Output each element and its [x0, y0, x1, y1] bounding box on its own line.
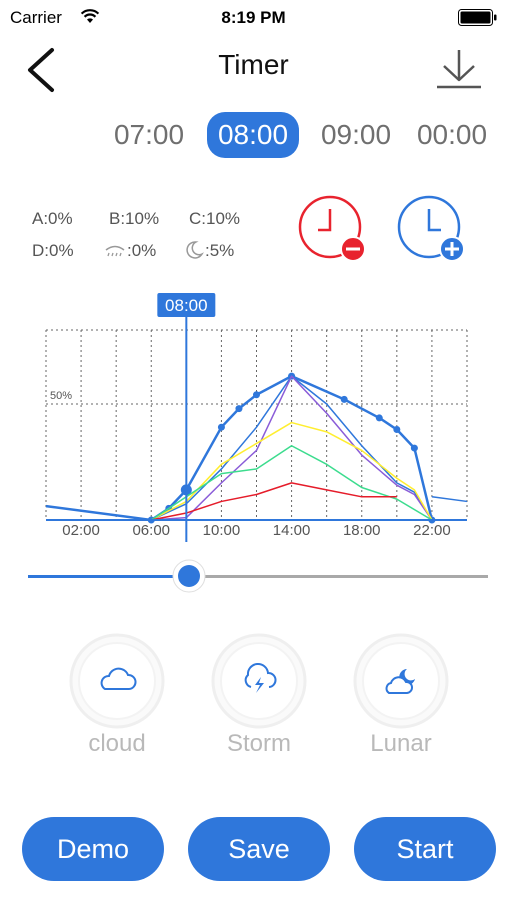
download-icon: [437, 50, 481, 89]
channel-c-level: C:10%: [189, 209, 241, 228]
series-point[interactable]: [253, 391, 260, 399]
cursor-time-label: 08:00: [165, 296, 208, 315]
x-tick-label: 06:00: [132, 522, 170, 539]
series-point[interactable]: [235, 405, 243, 413]
series-point[interactable]: [410, 444, 418, 452]
cloud-effect-icon: [105, 245, 125, 257]
channel-d-level: D:0%: [32, 241, 74, 260]
time-tab-4[interactable]: 00:00: [406, 112, 498, 158]
lunar-label: Lunar: [370, 730, 432, 757]
clock-plus-icon: [397, 195, 465, 262]
save-button[interactable]: Save: [188, 817, 330, 881]
x-tick-label: 22:00: [413, 522, 451, 539]
cloud-label: cloud: [88, 730, 146, 757]
cloud-effect-button[interactable]: [69, 633, 165, 729]
x-tick-label: 18:00: [343, 522, 381, 539]
time-slider[interactable]: [28, 559, 488, 595]
lunar-effect-button[interactable]: [353, 633, 449, 729]
x-tick-label: 14:00: [273, 522, 311, 539]
battery-icon: [458, 9, 497, 26]
slider-thumb[interactable]: [172, 559, 206, 593]
y-tick-50: 50%: [50, 390, 72, 402]
x-tick-label: 10:00: [203, 522, 241, 539]
add-timepoint-button[interactable]: [396, 194, 468, 266]
clock-minus-icon: [298, 195, 366, 262]
chart-grid: [45, 329, 468, 521]
series-point[interactable]: [217, 423, 225, 431]
time-tab-1[interactable]: 07:00: [103, 112, 195, 158]
light-schedule-chart[interactable]: 50% 02:00 06:00 10:00 14:00 18:00 22:00 08:00: [0, 280, 507, 548]
download-button[interactable]: [434, 48, 484, 90]
channel-b-level: B:10%: [109, 209, 160, 228]
channel-a-level: A:0%: [32, 209, 73, 228]
timer-screen: Carrier 8:19 PM Timer 07:00 08:00 09:00 …: [0, 0, 507, 900]
start-button[interactable]: Start: [354, 817, 496, 881]
x-tick-label: 02:00: [62, 522, 100, 539]
cloud-effect-level: :0%: [127, 241, 157, 260]
remove-timepoint-button[interactable]: [297, 194, 369, 266]
status-bar: Carrier 8:19 PM: [0, 0, 507, 36]
page-title: Timer: [218, 49, 289, 80]
series-point[interactable]: [375, 414, 383, 422]
moon-level: :5%: [205, 241, 235, 260]
series-point[interactable]: [340, 395, 348, 403]
storm-label: Storm: [226, 730, 291, 757]
series-line-1: [150, 375, 433, 521]
storm-effect-button[interactable]: [211, 633, 307, 729]
time-tab-2[interactable]: 08:00: [207, 112, 299, 158]
series-line-6: [431, 496, 468, 503]
demo-button[interactable]: Demo: [22, 817, 164, 881]
series-line-2: [151, 375, 433, 521]
x-axis-ticks: 02:00 06:00 10:00 14:00 18:00 22:00: [62, 522, 450, 539]
series-point[interactable]: [393, 426, 401, 434]
time-tab-3[interactable]: 09:00: [310, 112, 402, 158]
status-time: 8:19 PM: [221, 8, 286, 27]
moon-icon: [186, 241, 204, 259]
